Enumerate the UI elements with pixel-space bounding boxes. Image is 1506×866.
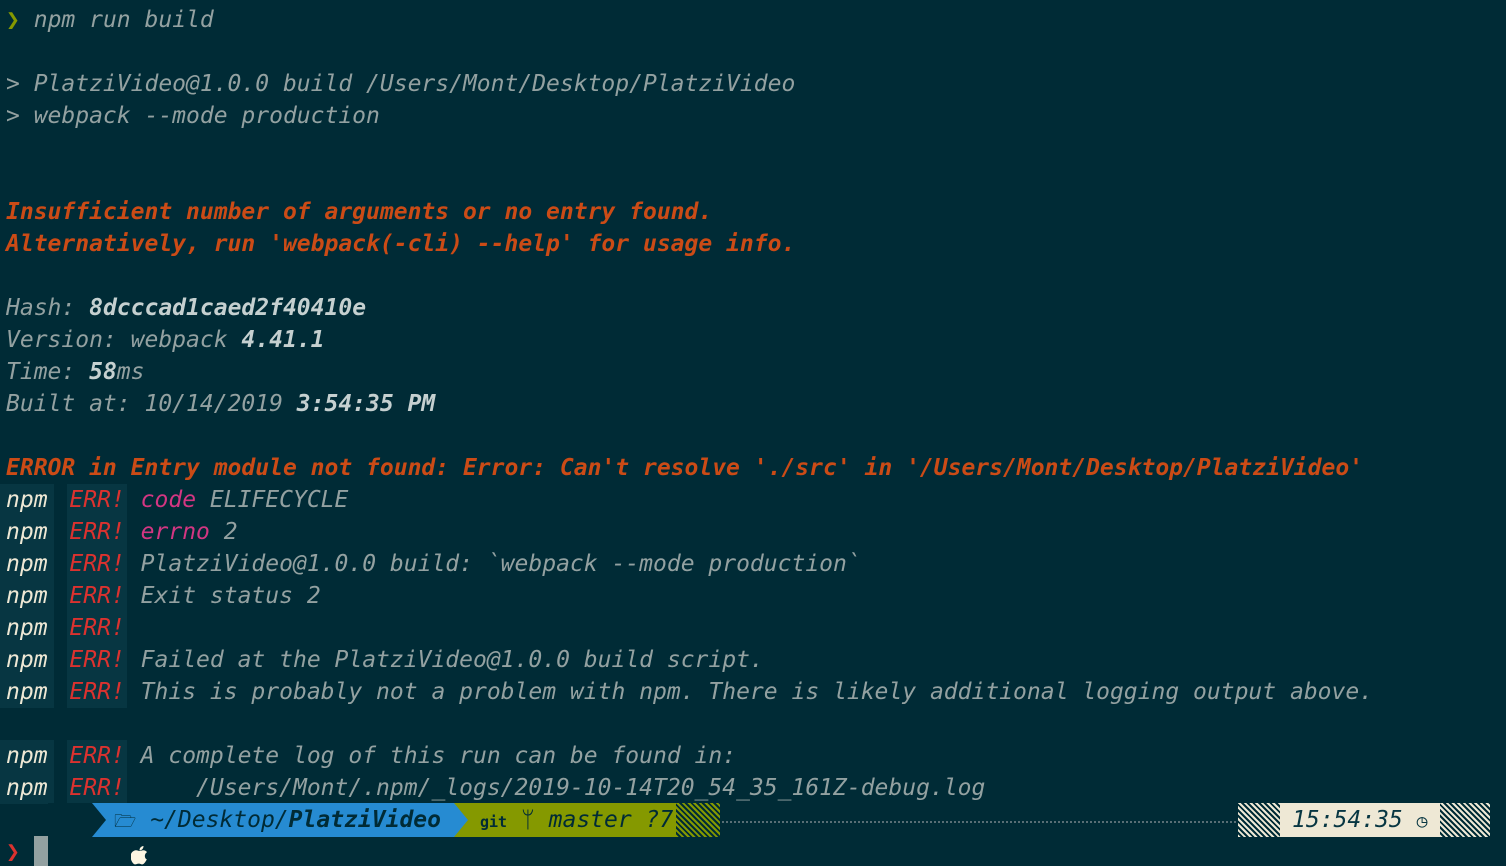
time-segment: 15:54:35 ◷ <box>1280 803 1440 837</box>
npm-err-line-4: npm ERR! Exit status 2 <box>0 580 321 612</box>
err-code-key: code <box>140 487 197 513</box>
npm-err-line-9: npm ERR! /Users/Mont/.npm/_logs/2019-10-… <box>0 772 986 804</box>
npm-prefix: npm <box>0 580 54 612</box>
err-text: A complete log of this run can be found … <box>140 743 737 769</box>
time-line: Time: 58ms <box>6 356 145 388</box>
npm-err-line-7: npm ERR! This is probably not a problem … <box>0 676 1374 708</box>
err-errno-value: 2 <box>209 519 238 545</box>
hash-line: Hash: 8dcccad1caed2f40410e <box>6 292 366 324</box>
segment-separator <box>92 803 106 837</box>
err-tag: ERR! <box>67 740 127 772</box>
prompt-symbol: ❯ <box>6 7 20 33</box>
npm-prefix: npm <box>0 484 54 516</box>
npm-err-line-2: npm ERR! errno 2 <box>0 516 238 548</box>
npm-prefix: npm <box>0 516 54 548</box>
npm-prefix: npm <box>0 548 54 580</box>
script-line-2: > webpack --mode production <box>6 103 380 129</box>
dir-prefix: ~/Desktop/ <box>150 807 289 833</box>
git-branch: master ?7 <box>548 807 674 833</box>
time-unit: ms <box>116 359 145 385</box>
dotted-filler <box>722 817 1236 823</box>
git-segment: git ᛘ master ?7 <box>454 803 676 837</box>
segment-separator <box>454 803 468 837</box>
error-line-1: Insufficient number of arguments or no e… <box>6 199 713 225</box>
err-tag: ERR! <box>67 548 127 580</box>
err-text: Exit status 2 <box>140 583 321 609</box>
err-text: This is probably not a problem with npm.… <box>140 679 1374 705</box>
npm-prefix: npm <box>0 612 54 644</box>
terminal-window[interactable]: ❯ npm run build > PlatziVideo@1.0.0 buil… <box>0 0 1506 866</box>
hash-value: 8dcccad1caed2f40410e <box>89 295 367 321</box>
dir-last: PlatziVideo <box>288 807 441 833</box>
npm-err-line-3: npm ERR! PlatziVideo@1.0.0 build: `webpa… <box>0 548 861 580</box>
npm-prefix: npm <box>0 644 54 676</box>
err-errno-key: errno <box>140 519 210 545</box>
error-line-2: Alternatively, run 'webpack(-cli) --help… <box>6 231 796 257</box>
built-value: 3:54:35 PM <box>296 391 436 417</box>
err-log-path: /Users/Mont/.npm/_logs/2019-10-14T20_54_… <box>140 775 986 801</box>
err-text: PlatziVideo@1.0.0 build: `webpack --mode… <box>140 551 861 577</box>
git-label: git <box>480 813 508 831</box>
prompt-status-bar: 🗁 ~/Desktop/PlatziVideo git ᛘ master ?7 … <box>0 803 1506 864</box>
version-line: Version: webpack 4.41.1 <box>6 324 325 356</box>
npm-err-line-1: npm ERR! code ELIFECYCLE <box>0 484 349 516</box>
prompt-symbol-error: ❯ <box>6 839 20 865</box>
dither-separator <box>1238 803 1280 837</box>
folder-icon: 🗁 <box>114 811 137 832</box>
built-label: Built at: 10/14/2019 <box>6 391 297 417</box>
entry-error-line: ERROR in Entry module not found: Error: … <box>6 455 1364 481</box>
built-line: Built at: 10/14/2019 3:54:35 PM <box>6 388 435 420</box>
npm-prefix: npm <box>0 740 54 772</box>
directory-segment: 🗁 ~/Desktop/PlatziVideo <box>92 803 454 837</box>
clock-icon: ◷ <box>1416 811 1428 832</box>
terminal-cursor[interactable] <box>34 836 48 866</box>
dither-separator <box>676 803 720 837</box>
err-code-value: ELIFECYCLE <box>196 487 349 513</box>
err-tag: ERR! <box>67 612 127 644</box>
time-label: Time: <box>6 359 90 385</box>
err-tag: ERR! <box>67 516 127 548</box>
err-tag: ERR! <box>67 772 127 804</box>
err-tag: ERR! <box>67 676 127 708</box>
time-value: 58 <box>89 359 117 385</box>
npm-err-line-5: npm ERR! <box>0 612 127 644</box>
npm-prefix: npm <box>0 676 54 708</box>
version-label: Version: webpack <box>6 327 242 353</box>
err-tag: ERR! <box>67 484 127 516</box>
git-branch-icon: ᛘ <box>520 807 535 833</box>
apple-icon <box>48 803 148 864</box>
npm-err-line-8: npm ERR! A complete log of this run can … <box>0 740 737 772</box>
npm-err-line-6: npm ERR! Failed at the PlatziVideo@1.0.0… <box>0 644 764 676</box>
version-value: 4.41.1 <box>241 327 325 353</box>
command-line: ❯ npm run build <box>6 4 214 36</box>
prompt-time: 15:54:35 <box>1292 807 1403 833</box>
npm-prefix: npm <box>0 772 54 804</box>
hash-label: Hash: <box>6 295 90 321</box>
command-text: npm run build <box>33 7 214 33</box>
dither-separator <box>1440 803 1490 837</box>
err-tag: ERR! <box>67 644 127 676</box>
err-text: Failed at the PlatziVideo@1.0.0 build sc… <box>140 647 764 673</box>
err-tag: ERR! <box>67 580 127 612</box>
script-line-1: > PlatziVideo@1.0.0 build /Users/Mont/De… <box>6 71 796 97</box>
